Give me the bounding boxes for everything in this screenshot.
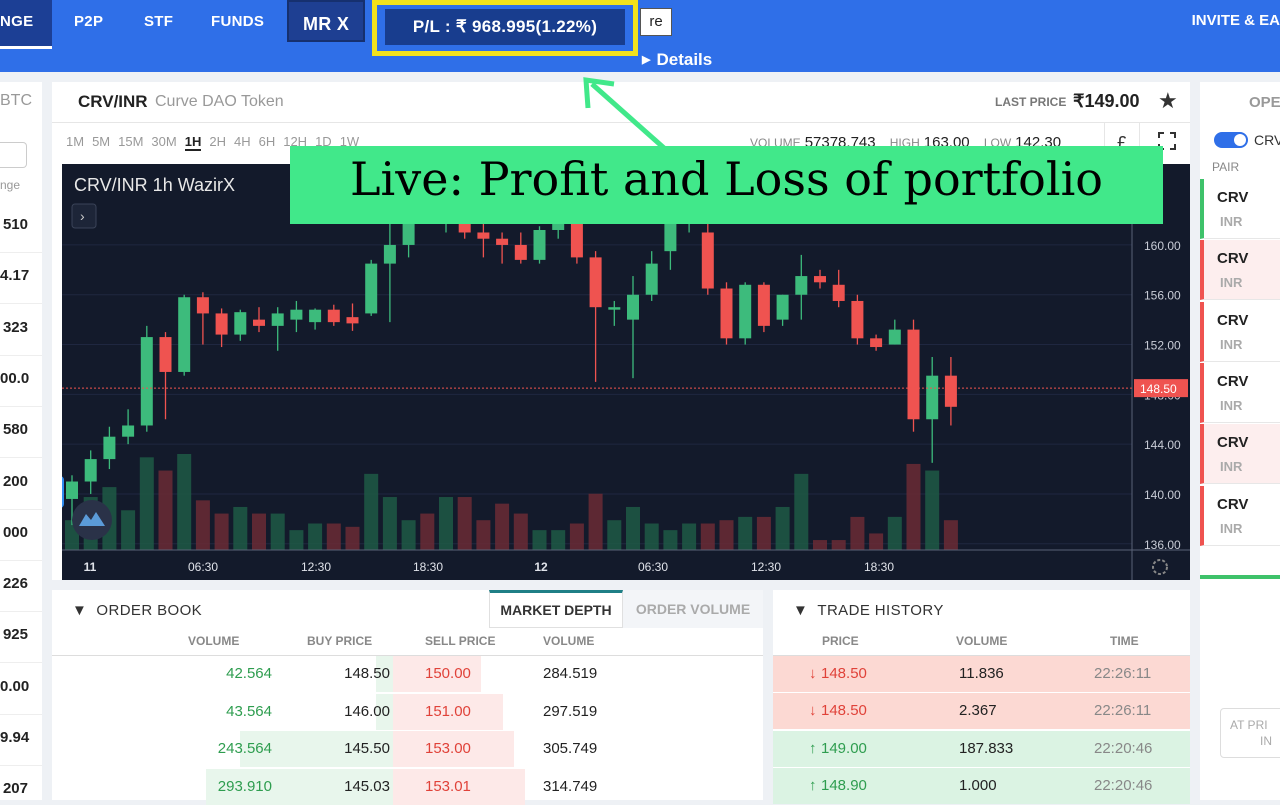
sell-price[interactable]: 153.00 — [425, 740, 471, 757]
open-orders-title[interactable]: OPE — [1249, 94, 1280, 111]
sell-price[interactable]: 153.01 — [425, 778, 471, 795]
buy-price[interactable]: 146.00 — [332, 703, 390, 720]
buy-price[interactable]: 148.50 — [332, 665, 390, 682]
th-header-price: PRICE — [822, 634, 859, 648]
trade-history-panel: ▼ TRADE HISTORY PRICE VOLUME TIME ↓ 148.5… — [773, 590, 1190, 804]
annotation-text: Live: Profit and Loss of portfolio — [349, 152, 1103, 206]
order-base-symbol: CRV — [1217, 495, 1249, 513]
order-quote-symbol: INR — [1220, 214, 1243, 229]
ob-header-sell-price: SELL PRICE — [425, 634, 496, 648]
annotation-banner: Live: Profit and Loss of portfolio — [290, 146, 1163, 224]
open-order-row[interactable]: CRV INR — [1200, 362, 1280, 423]
trade-row: ↑ 149.00 187.833 22:20:46 — [773, 730, 1190, 767]
sell-volume[interactable]: 297.519 — [543, 703, 597, 720]
trade-price: 148.50 — [821, 665, 867, 682]
tab-market-depth[interactable]: MARKET DEPTH — [489, 590, 623, 628]
order-base-symbol: CRV — [1217, 434, 1249, 452]
at-price-label: AT PRI — [1230, 718, 1268, 732]
order-base-symbol: CRV — [1217, 189, 1249, 206]
sell-price[interactable]: 151.00 — [425, 703, 471, 720]
open-order-row[interactable]: CRV INR — [1200, 424, 1280, 485]
order-quote-symbol: INR — [1220, 459, 1243, 475]
order-base-symbol: CRV — [1217, 311, 1249, 329]
open-order-row[interactable]: CRV INR — [1200, 179, 1280, 239]
open-order-row[interactable]: CRV INR — [1200, 485, 1280, 546]
ob-header-buy-price: BUY PRICE — [307, 634, 373, 648]
buy-price[interactable]: 145.03 — [332, 778, 390, 795]
trade-time: 22:26:11 — [1094, 702, 1152, 720]
at-price-input[interactable] — [1220, 708, 1280, 758]
at-price-unit: IN — [1260, 734, 1272, 748]
tab-order-volume[interactable]: ORDER VOLUME — [623, 590, 763, 628]
th-header-volume: VOLUME — [956, 634, 1008, 648]
trade-time: 22:20:46 — [1094, 776, 1153, 794]
buy-volume[interactable]: 42.564 — [212, 665, 272, 682]
sell-volume[interactable]: 284.519 — [543, 665, 597, 682]
open-order-row[interactable]: CRV INR — [1200, 301, 1280, 362]
trade-volume: 1.000 — [959, 776, 997, 794]
buy-side-divider — [1200, 575, 1280, 579]
order-base-symbol: CRV — [1217, 372, 1249, 390]
filter-pair-symbol: CRV — [1254, 132, 1280, 148]
open-orders-panel: OPE CRV PAIR CRV INR CRV INR CRV INR CRV INR CRV… — [1200, 82, 1280, 800]
trade-time: 22:26:11 — [1094, 665, 1152, 682]
order-quote-symbol: INR — [1220, 336, 1243, 352]
trade-time: 22:20:46 — [1094, 739, 1153, 757]
trade-direction-arrow: ↑ — [809, 739, 817, 757]
pair-column-header: PAIR — [1212, 160, 1240, 174]
ob-header-sell-volume: VOLUME — [543, 634, 595, 648]
order-book-title[interactable]: ▼ ORDER BOOK — [72, 602, 202, 619]
th-header-time: TIME — [1110, 634, 1139, 648]
order-book-title-text: ORDER BOOK — [96, 602, 203, 619]
trade-history-title[interactable]: ▼ TRADE HISTORY — [793, 602, 944, 619]
trade-price: 148.50 — [821, 702, 867, 720]
ob-header-buy-volume: VOLUME — [188, 634, 240, 648]
trade-volume: 2.367 — [959, 702, 997, 720]
sell-volume[interactable]: 305.749 — [543, 740, 597, 757]
buy-volume[interactable]: 243.564 — [212, 740, 272, 757]
current-pair-toggle[interactable] — [1214, 132, 1248, 148]
buy-volume[interactable]: 293.910 — [212, 778, 272, 795]
trade-row: ↑ 148.90 1.000 22:20:46 — [773, 767, 1190, 804]
trade-price: 148.90 — [821, 776, 867, 794]
sell-price[interactable]: 150.00 — [425, 665, 471, 682]
order-base-symbol: CRV — [1217, 250, 1249, 268]
trade-row: ↓ 148.50 11.836 22:26:11 — [773, 656, 1190, 692]
open-order-row[interactable]: CRV INR — [1200, 240, 1280, 301]
order-book-panel: ▼ ORDER BOOK MARKET DEPTH ORDER VOLUME V… — [52, 590, 763, 805]
trade-volume: 11.836 — [959, 665, 1004, 682]
trade-row: ↓ 148.50 2.367 22:26:11 — [773, 693, 1190, 730]
trade-history-title-text: TRADE HISTORY — [817, 602, 944, 619]
trade-direction-arrow: ↑ — [809, 776, 817, 794]
buy-volume[interactable]: 43.564 — [212, 703, 272, 720]
order-quote-symbol: INR — [1220, 520, 1243, 536]
trade-direction-arrow: ↓ — [809, 665, 817, 682]
buy-price[interactable]: 145.50 — [332, 740, 390, 757]
order-quote-symbol: INR — [1220, 275, 1243, 291]
trade-price: 149.00 — [821, 739, 867, 757]
trade-volume: 187.833 — [959, 739, 1014, 757]
annotation-arrow-shaft — [590, 82, 666, 150]
trade-direction-arrow: ↓ — [809, 702, 817, 720]
sell-volume[interactable]: 314.749 — [543, 778, 597, 795]
order-quote-symbol: INR — [1220, 397, 1243, 413]
